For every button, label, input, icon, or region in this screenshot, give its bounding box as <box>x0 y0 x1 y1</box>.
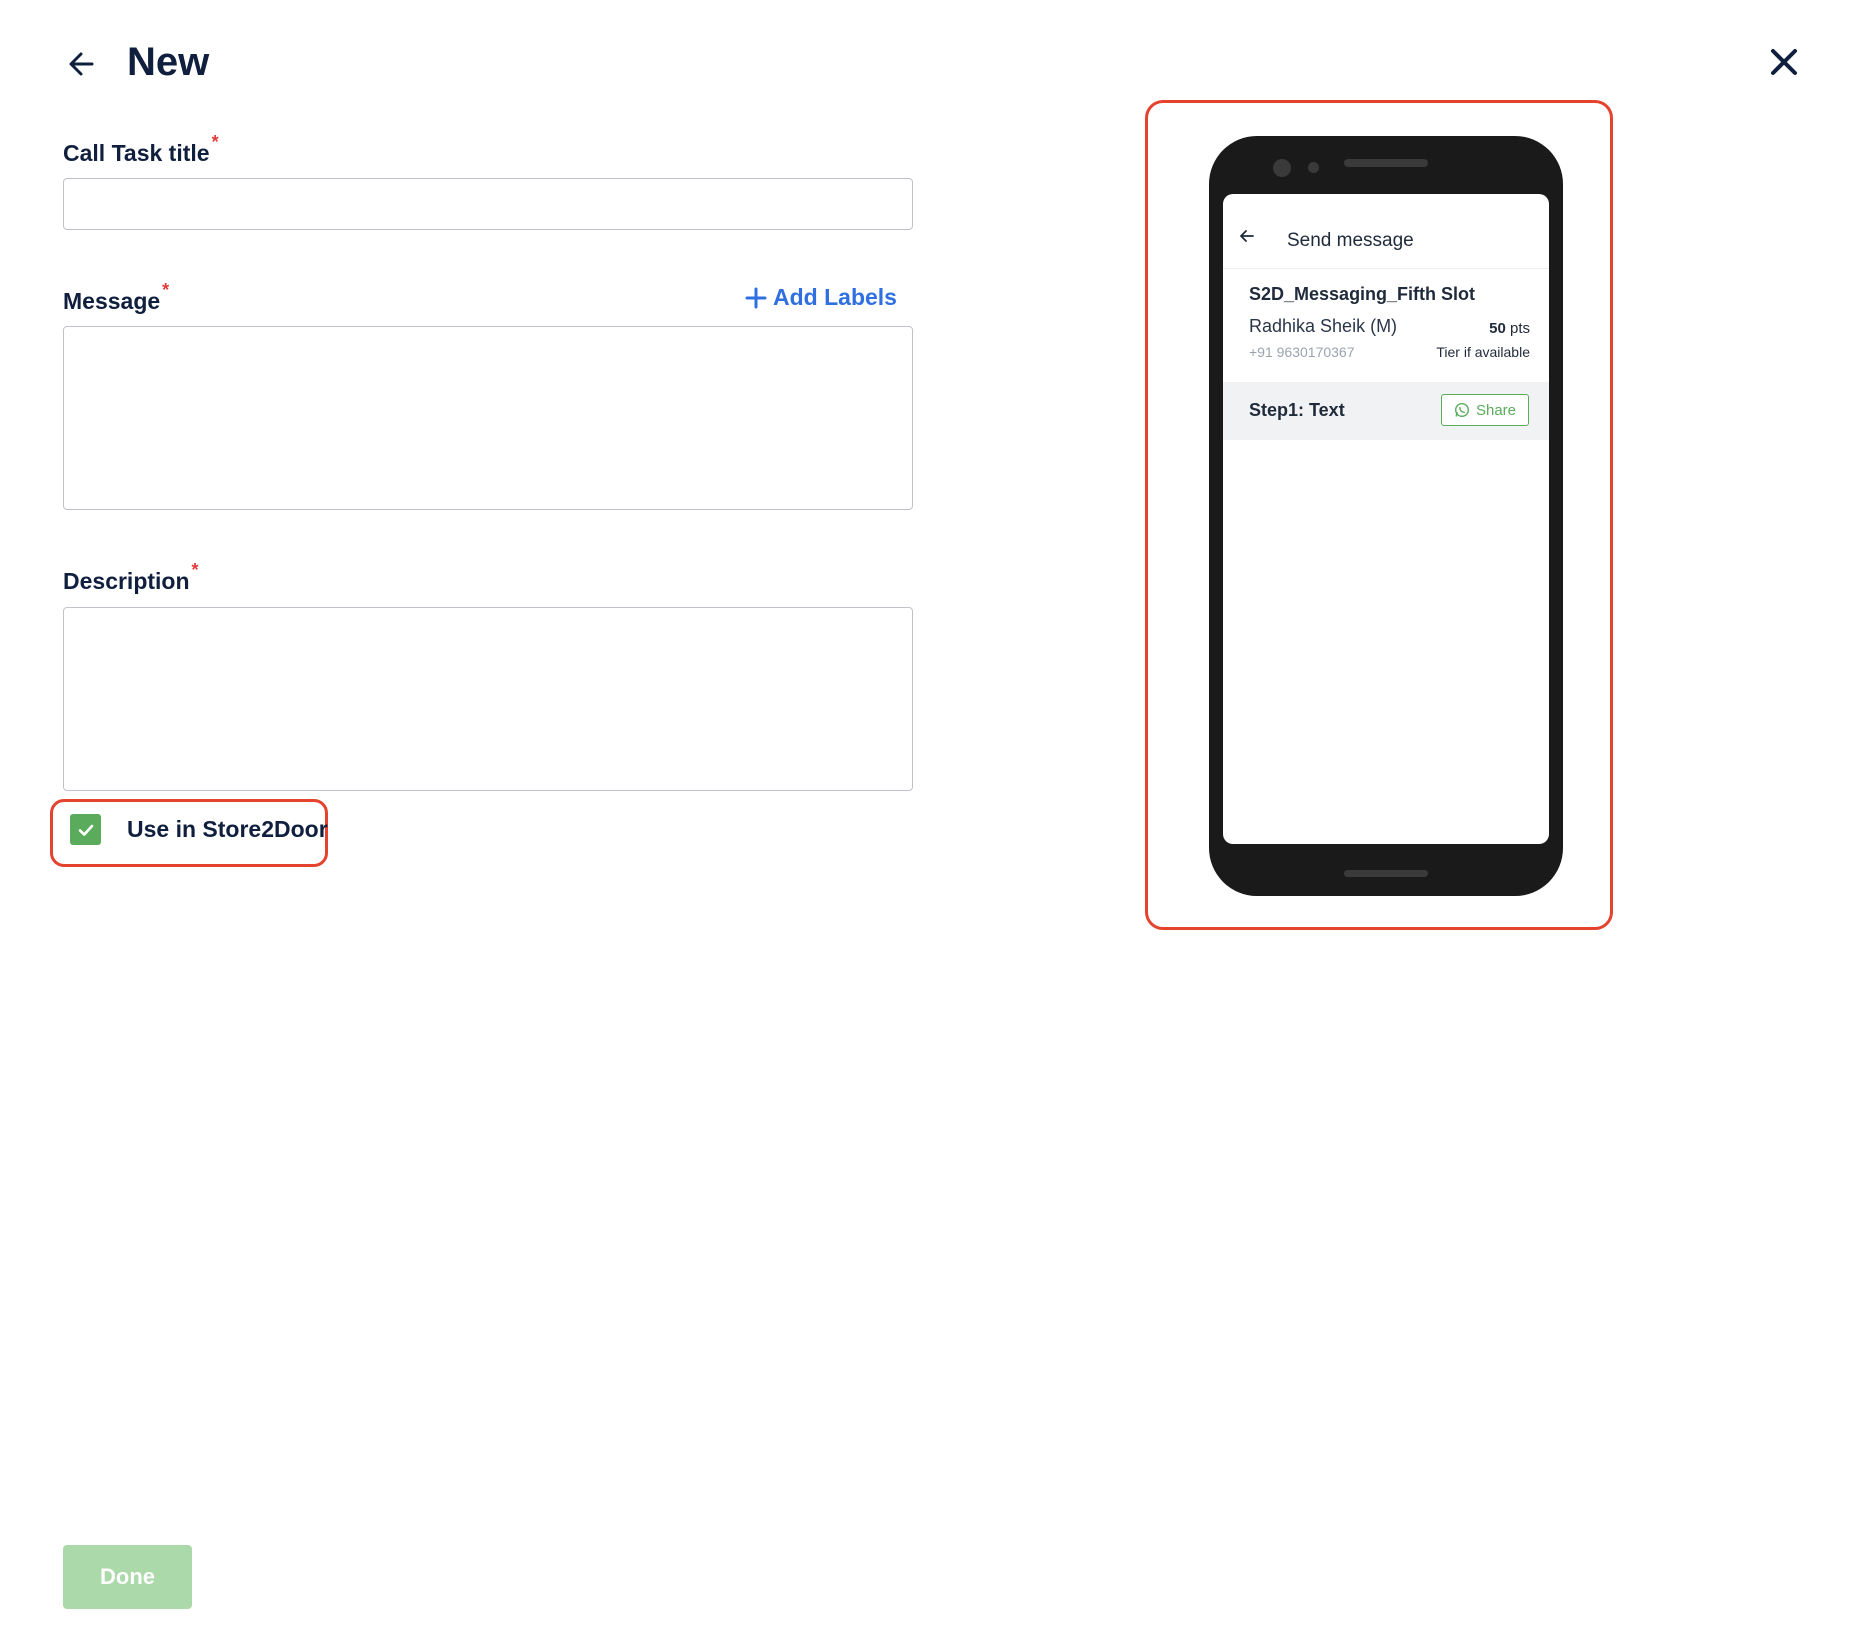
add-labels-button[interactable]: Add Labels <box>745 284 897 311</box>
done-button[interactable]: Done <box>63 1545 192 1609</box>
phone-sensor <box>1308 162 1319 173</box>
preview-customer-phone: +91 9630170367 <box>1249 344 1355 360</box>
checkmark-icon <box>78 824 93 836</box>
preview-points: 50 pts <box>1489 320 1530 337</box>
preview-tier: Tier if available <box>1436 344 1530 360</box>
plus-icon <box>745 287 767 308</box>
preview-share-label: Share <box>1475 401 1517 419</box>
message-textarea[interactable] <box>63 326 913 510</box>
add-labels-text: Add Labels <box>773 284 897 310</box>
preview-customer-name: Radhika Sheik (M) <box>1249 316 1398 336</box>
back-button[interactable] <box>64 46 100 82</box>
phone-speaker <box>1344 159 1428 167</box>
close-icon <box>1771 49 1797 75</box>
preview-share-button: Share <box>1441 394 1529 426</box>
required-mark: * <box>162 280 170 300</box>
store2door-checkbox[interactable] <box>70 814 101 845</box>
required-mark: * <box>211 132 219 152</box>
preview-step-row: Step1: Text Share <box>1223 382 1549 440</box>
phone-home-bar <box>1344 870 1428 877</box>
phone-camera <box>1273 159 1291 177</box>
description-textarea[interactable] <box>63 607 913 791</box>
store2door-label: Use in Store2Door <box>127 816 328 842</box>
preview-campaign-name: S2D_Messaging_Fifth Slot <box>1249 284 1476 304</box>
call-task-title-label: Call Task title * <box>63 132 219 166</box>
call-task-title-input[interactable] <box>63 178 913 230</box>
preview-header: Send message <box>1223 194 1549 269</box>
page-title: New <box>127 40 210 84</box>
required-mark: * <box>191 560 199 580</box>
whatsapp-icon <box>1454 402 1469 418</box>
preview-step-label: Step1: Text <box>1249 400 1345 420</box>
arrow-left-icon <box>69 52 94 76</box>
phone-screen: Send message S2D_Messaging_Fifth Slot Ra… <box>1223 194 1549 844</box>
close-button[interactable] <box>1764 42 1804 82</box>
preview-title: Send message <box>1287 230 1414 251</box>
message-label: Message * <box>63 280 170 314</box>
description-label: Description * <box>63 560 199 594</box>
arrow-left-icon <box>1240 230 1254 242</box>
